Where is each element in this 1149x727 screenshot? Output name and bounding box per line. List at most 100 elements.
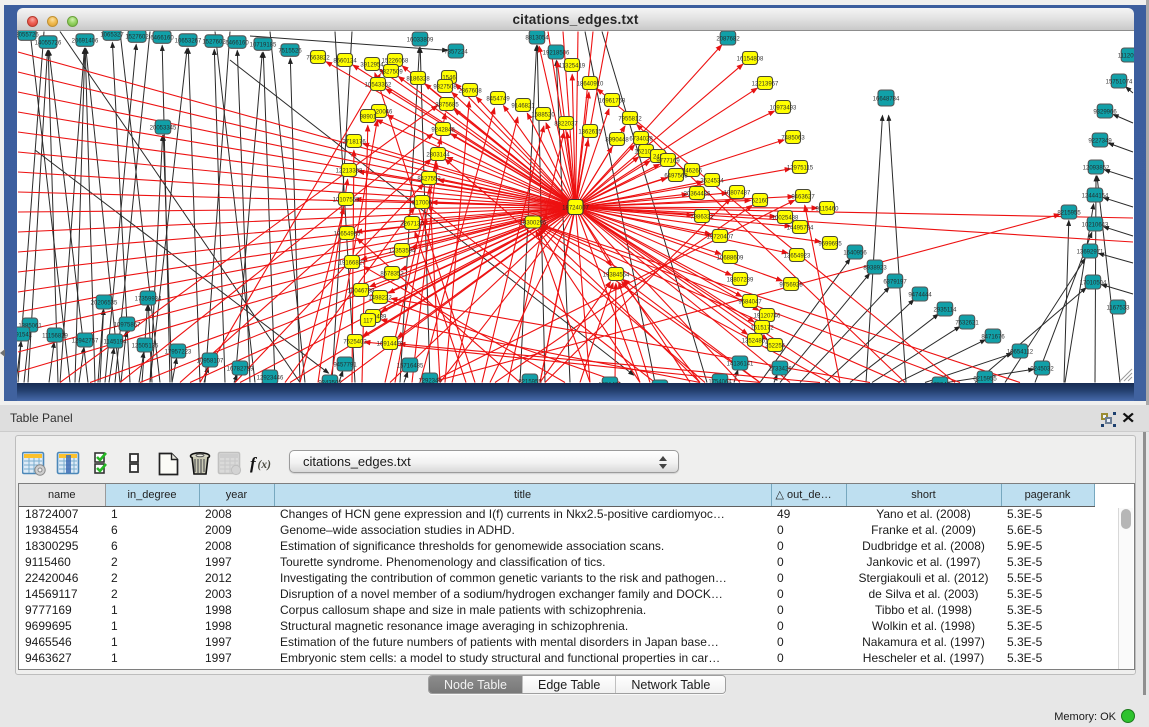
svg-text:19384554: 19384554	[603, 272, 630, 278]
svg-text:19166827: 19166827	[339, 260, 366, 266]
svg-text:12923446: 12923446	[257, 375, 284, 381]
svg-text:9115460: 9115460	[816, 206, 840, 212]
svg-text:6497568: 6497568	[664, 173, 688, 179]
svg-text:7625402: 7625402	[343, 339, 367, 345]
svg-text:1145194: 1145194	[104, 339, 128, 345]
svg-text:62160: 62160	[752, 198, 769, 204]
svg-text:8427552: 8427552	[417, 176, 441, 182]
svg-text:7632621: 7632621	[955, 320, 979, 326]
svg-text:9699695: 9699695	[818, 241, 842, 247]
svg-text:7663822: 7663822	[306, 55, 330, 61]
svg-text:8215955: 8215955	[1057, 210, 1081, 216]
svg-text:12213383: 12213383	[336, 168, 363, 174]
svg-text:8322037: 8322037	[554, 121, 578, 127]
svg-text:6734028: 6734028	[629, 136, 653, 142]
svg-text:7955812: 7955812	[618, 116, 642, 122]
svg-text:1733426: 1733426	[768, 366, 792, 372]
svg-text:16782759: 16782759	[227, 366, 254, 372]
svg-text:1588520: 1588520	[531, 112, 555, 118]
svg-text:15751074: 15751074	[1106, 79, 1133, 85]
svg-text:9457791: 9457791	[333, 362, 357, 368]
svg-text:2367608: 2367608	[458, 88, 482, 94]
svg-text:1527602: 1527602	[202, 39, 226, 45]
svg-text:10688609: 10688609	[717, 255, 744, 261]
svg-text:(x): (x)	[258, 459, 272, 471]
svg-text:173342: 173342	[930, 382, 951, 383]
svg-text:11325419: 11325419	[559, 63, 586, 69]
svg-text:12942757: 12942757	[72, 338, 99, 344]
svg-text:18640910: 18640910	[577, 81, 604, 87]
svg-text:2718176: 2718176	[342, 139, 366, 145]
svg-text:9756928: 9756928	[779, 282, 803, 288]
svg-text:16961758: 16961758	[599, 98, 626, 104]
svg-text:12505135: 12505135	[132, 343, 159, 349]
svg-text:9463627: 9463627	[791, 194, 815, 200]
svg-text:117: 117	[363, 318, 373, 324]
svg-text:11156829: 11156829	[42, 333, 68, 339]
svg-text:1615172: 1615172	[750, 325, 774, 331]
svg-text:19654985: 19654985	[334, 231, 361, 237]
svg-text:9777169: 9777169	[656, 158, 680, 164]
svg-text:15716485: 15716485	[397, 363, 424, 369]
svg-text:9327508: 9327508	[433, 84, 457, 90]
svg-text:8813054: 8813054	[525, 35, 549, 41]
svg-text:2087682: 2087682	[716, 36, 740, 42]
svg-text:16914479: 16914479	[377, 341, 404, 347]
svg-text:12444154: 12444154	[1082, 193, 1109, 199]
svg-text:10210643: 10210643	[1082, 222, 1109, 228]
svg-text:16154808: 16154808	[737, 56, 764, 62]
svg-text:10543362: 10543362	[365, 82, 392, 88]
svg-text:1065327: 1065327	[100, 32, 124, 38]
svg-text:18300295: 18300295	[520, 220, 547, 226]
svg-text:10107553: 10107553	[333, 197, 360, 203]
svg-text:1362615: 1362615	[578, 129, 602, 135]
svg-text:19218506: 19218506	[543, 50, 570, 56]
svg-text:20206535: 20206535	[91, 300, 118, 306]
svg-text:14055726: 14055726	[35, 40, 62, 46]
svg-text:10719185: 10719185	[250, 42, 277, 48]
svg-text:17957223: 17957223	[165, 349, 192, 355]
svg-text:1754064: 1754064	[708, 379, 732, 383]
svg-text:15226058: 15226058	[382, 58, 409, 64]
svg-text:9329966: 9329966	[1093, 109, 1117, 115]
svg-text:252254: 252254	[765, 343, 786, 349]
svg-text:10958107: 10958107	[197, 358, 224, 364]
svg-text:10654112: 10654112	[1007, 349, 1034, 355]
svg-text:8990448: 8990448	[605, 137, 629, 143]
svg-text:8215955: 8215955	[518, 379, 542, 383]
svg-text:6466160: 6466160	[150, 35, 174, 41]
svg-text:8454749: 8454749	[486, 96, 510, 102]
svg-text:1498222: 1498222	[368, 295, 392, 301]
svg-text:13692971: 13692971	[1077, 249, 1104, 255]
svg-text:8186328: 8186328	[406, 76, 430, 82]
svg-text:10975867: 10975867	[114, 322, 141, 328]
svg-text:8471676: 8471676	[981, 334, 1005, 340]
svg-text:19120746: 19120746	[754, 313, 781, 319]
svg-text:7357224: 7357224	[444, 49, 468, 55]
svg-text:8678352: 8678352	[380, 271, 404, 277]
svg-text:10807487: 10807487	[724, 190, 751, 196]
svg-text:13654923: 13654923	[784, 253, 811, 259]
svg-text:8938923: 8938923	[863, 265, 887, 271]
svg-text:10046788: 10046788	[348, 288, 375, 294]
svg-text:3624534: 3624534	[700, 178, 724, 184]
svg-text:1167533: 1167533	[1107, 305, 1131, 311]
svg-text:17359934: 17359934	[135, 296, 162, 302]
svg-text:9227349: 9227349	[1088, 138, 1112, 144]
svg-text:98901: 98901	[360, 114, 377, 120]
svg-text:1527602: 1527602	[125, 34, 149, 40]
svg-text:7515526: 7515526	[278, 48, 302, 54]
svg-text:12213967: 12213967	[752, 81, 779, 87]
svg-text:12093852: 12093852	[1083, 165, 1110, 171]
svg-text:18724007: 18724007	[562, 205, 589, 211]
svg-text:3875685: 3875685	[435, 102, 459, 108]
svg-text:8660124: 8660124	[333, 58, 357, 64]
svg-text:1292346: 1292346	[418, 378, 442, 383]
svg-text:20691406: 20691406	[72, 38, 99, 44]
svg-text:7986322: 7986322	[690, 214, 714, 220]
svg-text:16648784: 16648784	[873, 96, 900, 102]
svg-text:9243502: 9243502	[318, 380, 342, 383]
svg-text:20053345: 20053345	[150, 125, 177, 131]
svg-text:9684047: 9684047	[738, 299, 762, 305]
svg-text:18807289: 18807289	[727, 277, 754, 283]
